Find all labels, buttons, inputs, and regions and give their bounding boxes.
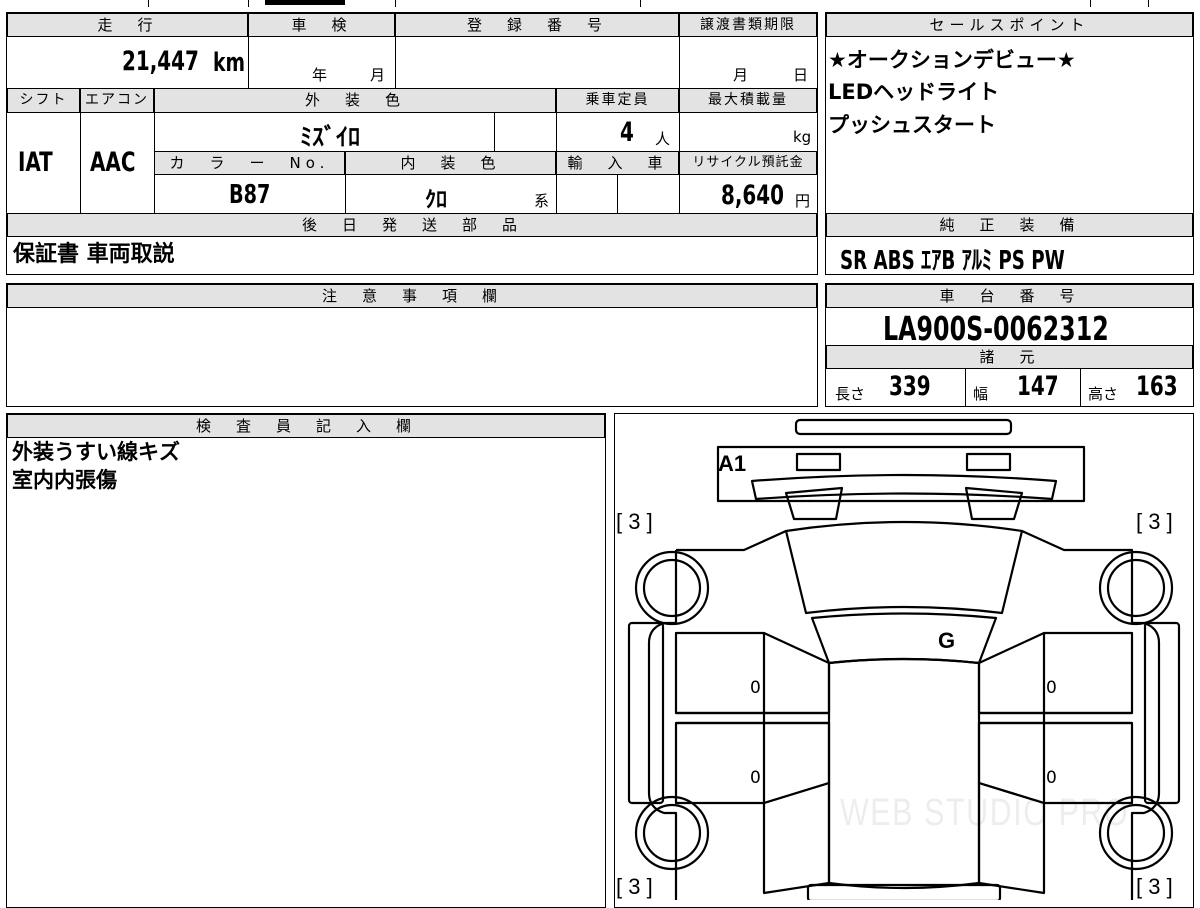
max-load-header: 最大積載量	[679, 88, 817, 113]
color-no-header: カ ラ ー No.	[154, 151, 345, 175]
chassis-header: 車 台 番 号	[826, 284, 1193, 308]
inspector-header: 検 査 員 記 入 欄	[7, 414, 605, 438]
chassis-number: LA900S-0062312	[883, 309, 1109, 348]
mileage-unit: km	[213, 48, 245, 78]
sales-point-line-2: LEDヘッドライト	[828, 80, 1000, 104]
height-value: 163	[1136, 371, 1178, 402]
tire-tread-rear-left: [ 3 ]	[616, 874, 653, 899]
transfer-day: 日	[793, 66, 809, 84]
sales-point-line-1: ★オークションデビュー★	[828, 48, 1076, 72]
transfer-deadline-header: 譲渡書類期限	[679, 13, 817, 37]
damage-mark-glass: G	[938, 628, 956, 653]
right-front-door	[977, 631, 1134, 715]
left-front-door	[674, 631, 831, 715]
door-mark-front-left: 0	[750, 678, 761, 698]
shift-value: IAT	[18, 147, 53, 178]
import-header: 輸 入 車	[556, 151, 679, 175]
watermark: WEB STUDIO PRO	[840, 792, 1130, 834]
mileage-header: 走 行	[7, 13, 248, 37]
recycle-fee-unit: 円	[795, 192, 811, 210]
width-label: 幅	[973, 385, 989, 403]
later-parts-value: 保証書 車両取説	[13, 242, 175, 267]
ac-header: エアコン	[80, 88, 154, 113]
ac-value: AAC	[90, 147, 136, 178]
shaken-month: 月	[370, 66, 386, 84]
roof	[827, 657, 981, 890]
interior-color-header: 内 装 色	[345, 151, 556, 175]
body-outline	[647, 529, 1161, 900]
length-label: 長さ	[835, 385, 866, 403]
shaken-year: 年	[312, 66, 328, 84]
exterior-color-header: 外 装 色	[154, 88, 556, 113]
specs-header: 諸 元	[826, 345, 1193, 369]
registration-header: 登 録 番 号	[395, 13, 679, 37]
sales-point-line-3: プッシュスタート	[828, 113, 996, 137]
capacity-unit: 人	[655, 130, 671, 148]
tire-front-right	[1098, 550, 1174, 626]
equipment-value: SR ABS ｴｱB ｱﾙﾐ PS PW	[840, 246, 1065, 276]
length-value: 339	[889, 371, 931, 402]
top-clipped-strip	[0, 0, 1200, 8]
inspector-line-2: 室内内張傷	[12, 468, 117, 492]
front-bumper	[794, 418, 1013, 436]
door-mark-rear-right: 0	[1046, 768, 1057, 788]
mileage-value: 21,447	[122, 46, 199, 77]
load-unit: kg	[793, 128, 812, 146]
tire-rear-left	[634, 795, 710, 871]
recycle-fee-header: リサイクル預託金	[679, 151, 817, 175]
door-mark-rear-left: 0	[750, 768, 761, 788]
later-parts-header: 後 日 発 送 部 品	[7, 213, 817, 237]
damage-mark-front: A1	[718, 451, 747, 476]
equipment-header: 純 正 装 備	[826, 213, 1193, 237]
transfer-month: 月	[733, 66, 749, 84]
shift-header: シフト	[7, 88, 80, 113]
inspector-line-1: 外装うすい線キズ	[12, 440, 180, 464]
recycle-fee-value: 8,640	[721, 180, 785, 211]
tire-tread-front-right: [ 3 ]	[1136, 509, 1173, 534]
width-value: 147	[1017, 371, 1059, 402]
capacity-header: 乗車定員	[556, 88, 679, 113]
capacity-value: 4	[620, 117, 634, 148]
right-side-sill	[1143, 621, 1181, 805]
height-label: 高さ	[1088, 385, 1119, 403]
notes-header: 注 意 事 項 欄	[7, 284, 817, 308]
exterior-color-value: ﾐｽﾞｲﾛ	[300, 123, 360, 151]
interior-color-value: ｸﾛ	[425, 188, 448, 213]
interior-suffix: 系	[534, 192, 550, 210]
sales-point-header: セールスポイント	[826, 13, 1193, 37]
windshield	[784, 520, 1024, 615]
tire-tread-rear-right: [ 3 ]	[1136, 874, 1173, 899]
door-mark-front-right: 0	[1046, 678, 1057, 698]
tire-front-left	[634, 550, 710, 626]
left-side-sill	[627, 621, 665, 805]
shaken-header: 車 検	[248, 13, 395, 37]
color-no-value: B87	[229, 180, 271, 210]
tire-tread-front-left: [ 3 ]	[616, 509, 653, 534]
